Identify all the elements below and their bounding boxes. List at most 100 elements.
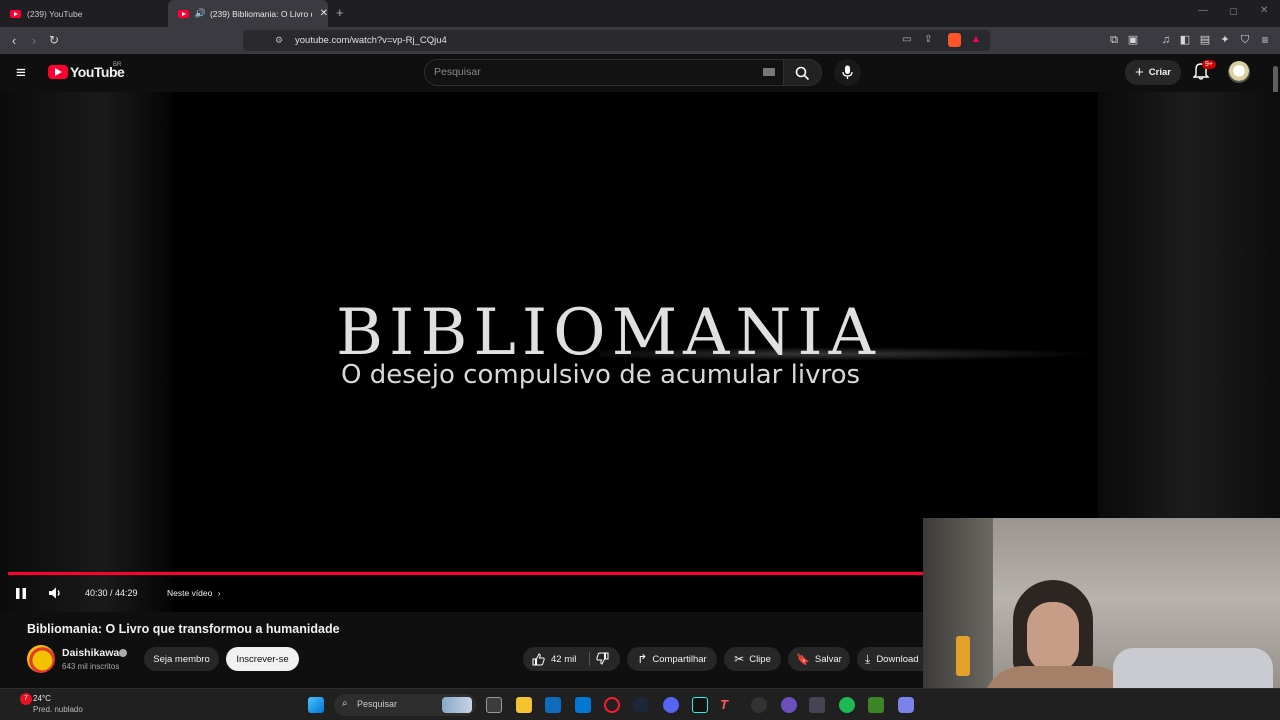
progress-bar[interactable] <box>8 572 923 575</box>
typora-icon[interactable]: T <box>720 697 736 713</box>
weather-temp[interactable]: 24°C <box>33 694 51 703</box>
share-icon: ↱ <box>637 652 648 666</box>
teams-icon[interactable] <box>898 697 914 713</box>
tiktok-icon[interactable] <box>692 697 708 713</box>
extensions-icon[interactable]: ⧉ <box>1106 27 1122 54</box>
plus-icon: + <box>1135 64 1144 81</box>
wallet-card-icon[interactable]: ▤ <box>1197 27 1213 54</box>
steam-icon[interactable] <box>633 697 649 713</box>
leo-ai-icon[interactable]: ✦ <box>1217 27 1233 54</box>
youtube-favicon-icon <box>178 9 189 18</box>
dislike-button[interactable] <box>596 652 609 668</box>
create-label: Criar <box>1148 67 1171 78</box>
search-highlight-icon <box>442 697 472 713</box>
browser-nav-bar: ‹ › ↻ 🔖 ⚙ youtube.com/watch?v=vp-Rj_CQju… <box>0 27 1280 54</box>
like-button[interactable]: 42 mil <box>523 652 587 666</box>
menu-icon[interactable]: ≡ <box>1257 27 1273 54</box>
thumbs-up-icon <box>532 652 545 665</box>
subscribe-button[interactable]: Inscrever-se <box>226 647 299 671</box>
weather-badge: 7 <box>20 693 32 705</box>
outlook-icon[interactable] <box>575 697 591 713</box>
pause-button[interactable] <box>15 587 27 605</box>
address-bar[interactable]: ⚙ youtube.com/watch?v=vp-Rj_CQju4 ▭ ⇪ ▲ <box>243 30 990 51</box>
webcam-person-face <box>1027 602 1079 672</box>
url-text[interactable]: youtube.com/watch?v=vp-Rj_CQju4 <box>295 35 447 46</box>
windows-start-icon[interactable] <box>308 697 324 713</box>
avatar[interactable] <box>1228 61 1250 83</box>
voice-search-button[interactable] <box>834 59 861 86</box>
share-page-icon[interactable]: ⇪ <box>924 34 932 45</box>
volume-icon <box>49 587 60 599</box>
media-icon[interactable]: ♫ <box>1158 27 1174 54</box>
brave-rewards-icon[interactable]: ▲ <box>971 34 981 45</box>
sidebar-icon[interactable]: ◧ <box>1177 27 1193 54</box>
opera-icon[interactable] <box>604 697 620 713</box>
microphone-icon <box>842 65 853 79</box>
tab-youtube-home[interactable]: (239) YouTube <box>0 0 166 27</box>
like-count: 42 mil <box>551 653 577 665</box>
discord-icon[interactable] <box>663 697 679 713</box>
chapters-button[interactable]: Neste vídeo › <box>167 588 221 598</box>
download-icon: ⤓ <box>865 651 871 666</box>
keyboard-icon[interactable] <box>763 68 775 76</box>
vpn-shield-icon[interactable]: ⛉ <box>1237 27 1253 54</box>
search-button[interactable] <box>784 59 822 86</box>
scissors-icon: ✂ <box>734 652 745 666</box>
obs-icon[interactable] <box>751 697 767 713</box>
weather-desc[interactable]: Pred. nublado <box>33 705 83 714</box>
back-icon[interactable]: ‹ <box>6 27 22 54</box>
cast-icon[interactable]: ▭ <box>902 34 911 45</box>
bookmark-add-icon: 🔖 <box>796 653 810 666</box>
hamburger-menu-icon[interactable]: ≡ <box>16 63 26 83</box>
video-frame-subtitle: O desejo compulsivo de acumular livros <box>341 360 861 390</box>
channel-name[interactable]: Daishikawa <box>62 647 119 659</box>
taskbar-search-input[interactable]: Pesquisar <box>357 699 397 709</box>
volume-button[interactable] <box>48 586 62 605</box>
search-input[interactable]: Pesquisar <box>434 66 481 78</box>
close-tab-icon[interactable]: ✕ <box>320 8 328 19</box>
spotify-icon[interactable] <box>839 697 855 713</box>
thumbs-down-icon <box>596 652 609 665</box>
microsoft-store-icon[interactable] <box>545 697 561 713</box>
save-label: Salvar <box>814 653 842 665</box>
forward-icon[interactable]: › <box>26 27 42 54</box>
search-box[interactable]: Pesquisar <box>424 59 784 86</box>
maximize-button[interactable]: ▢ <box>1229 6 1238 17</box>
notifications-button[interactable]: 9+ <box>1192 60 1216 85</box>
subscribe-label: Inscrever-se <box>236 653 289 665</box>
clip-button[interactable]: ✂ Clipe <box>724 647 781 671</box>
game-app-icon[interactable] <box>809 697 825 713</box>
search-icon: ⌕ <box>342 698 348 709</box>
chapters-label: Neste vídeo <box>167 588 213 598</box>
pause-icon <box>16 588 26 599</box>
tab-title: (239) Bibliomania: O Livro qu <box>209 8 312 19</box>
create-button[interactable]: + Criar <box>1125 60 1181 85</box>
region-code: BR <box>113 62 122 68</box>
app-icon[interactable] <box>781 697 797 713</box>
close-window-button[interactable]: ✕ <box>1260 5 1268 16</box>
save-button[interactable]: 🔖 Salvar <box>788 647 850 671</box>
new-tab-button[interactable]: + <box>336 5 344 20</box>
verified-icon <box>119 649 127 657</box>
task-view-icon[interactable] <box>486 697 502 713</box>
video-frame-title: BIBLIOMANIA <box>336 296 881 370</box>
minimize-button[interactable]: — <box>1198 5 1208 16</box>
browser-tab-bar: (239) YouTube 🔊 (239) Bibliomania: O Liv… <box>0 0 1280 27</box>
taskbar-search[interactable]: ⌕ Pesquisar <box>334 694 476 716</box>
speaker-icon: 🔊 <box>194 8 206 18</box>
like-divider <box>589 652 590 666</box>
file-explorer-icon[interactable] <box>516 697 532 713</box>
like-dislike-group: 42 mil <box>523 647 620 671</box>
brave-shield-icon[interactable] <box>948 33 961 47</box>
channel-avatar[interactable] <box>27 645 55 673</box>
tab-bibliomania[interactable]: 🔊 (239) Bibliomania: O Livro qu ✕ <box>168 0 328 27</box>
site-settings-icon[interactable]: ⚙ <box>275 35 283 46</box>
wallet-icon[interactable]: ▣ <box>1125 27 1141 54</box>
minecraft-icon[interactable] <box>868 697 884 713</box>
join-button[interactable]: Seja membro <box>144 647 219 671</box>
youtube-logo-icon[interactable] <box>48 65 68 79</box>
reload-icon[interactable]: ↻ <box>46 27 62 54</box>
chevron-right-icon: › <box>217 588 221 598</box>
share-button[interactable]: ↱ Compartilhar <box>627 647 717 671</box>
youtube-favicon-icon <box>10 9 21 18</box>
